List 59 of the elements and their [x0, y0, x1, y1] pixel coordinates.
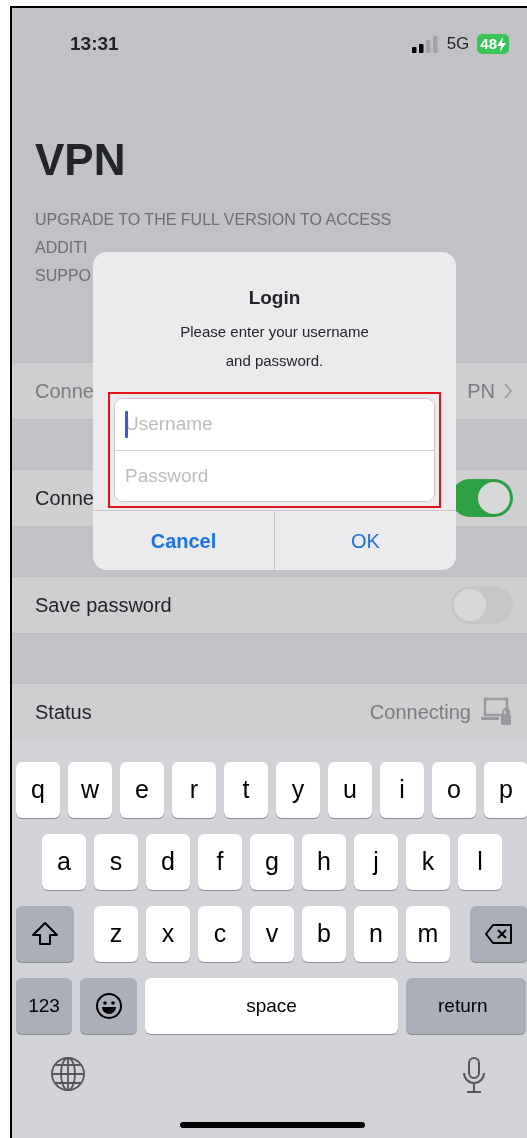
key[interactable]: b	[302, 906, 346, 962]
key[interactable]: y	[276, 762, 320, 818]
shift-icon	[31, 921, 59, 947]
key[interactable]: i	[380, 762, 424, 818]
network-label: 5G	[446, 33, 470, 56]
page-title: VPN	[35, 134, 127, 186]
password-field[interactable]: Password	[115, 450, 434, 501]
key[interactable]: r	[172, 762, 216, 818]
section-footnote: ADDITI	[35, 238, 89, 258]
ok-button[interactable]: OK	[274, 511, 456, 570]
section-footnote: SUPPO	[35, 266, 92, 286]
key[interactable]: f	[198, 834, 242, 890]
emoji-key[interactable]	[80, 978, 137, 1034]
key[interactable]: l	[458, 834, 502, 890]
dialog-message: Please enter your username and password.	[179, 321, 370, 371]
shift-key[interactable]	[16, 906, 74, 962]
row-label: Status	[35, 700, 92, 725]
smiley-icon	[94, 992, 123, 1020]
key[interactable]: c	[198, 906, 242, 962]
row-label: Save password	[35, 593, 172, 618]
key[interactable]: x	[146, 906, 190, 962]
key[interactable]: h	[302, 834, 346, 890]
chevron-icon	[503, 382, 513, 400]
delete-key[interactable]	[470, 906, 527, 962]
row-value: PN	[467, 379, 495, 404]
space-key[interactable]: space	[145, 978, 398, 1034]
computer-lock-icon	[479, 697, 513, 727]
key[interactable]: g	[250, 834, 294, 890]
delete-icon	[484, 923, 514, 945]
key[interactable]: w	[68, 762, 112, 818]
key[interactable]: u	[328, 762, 372, 818]
section-footnote: UPGRADE TO THE FULL VERSION TO ACCESS	[35, 210, 393, 230]
key[interactable]: p	[484, 762, 527, 818]
cancel-button[interactable]: Cancel	[93, 511, 274, 570]
bolt-icon	[497, 36, 506, 52]
key[interactable]: m	[406, 906, 450, 962]
key[interactable]: e	[120, 762, 164, 818]
signal-icon	[411, 35, 439, 53]
key[interactable]: t	[224, 762, 268, 818]
numbers-key[interactable]: 123	[16, 978, 72, 1034]
key[interactable]: q	[16, 762, 60, 818]
key[interactable]: a	[42, 834, 86, 890]
key[interactable]: d	[146, 834, 190, 890]
return-key[interactable]: return	[406, 978, 526, 1034]
dialog-title: Login	[247, 286, 302, 310]
key[interactable]: k	[406, 834, 450, 890]
globe-icon[interactable]	[50, 1056, 86, 1094]
status-value: Connecting	[369, 700, 471, 725]
key[interactable]: v	[250, 906, 294, 962]
row-label: Conne	[35, 486, 94, 511]
microphone-icon[interactable]	[461, 1056, 487, 1094]
battery-indicator: 48	[477, 34, 509, 54]
key[interactable]: n	[354, 906, 398, 962]
key[interactable]: j	[354, 834, 398, 890]
key[interactable]: z	[94, 906, 138, 962]
status-time: 13:31	[70, 31, 119, 56]
row-label: Conne	[35, 379, 94, 404]
key[interactable]: s	[94, 834, 138, 890]
key[interactable]: o	[432, 762, 476, 818]
